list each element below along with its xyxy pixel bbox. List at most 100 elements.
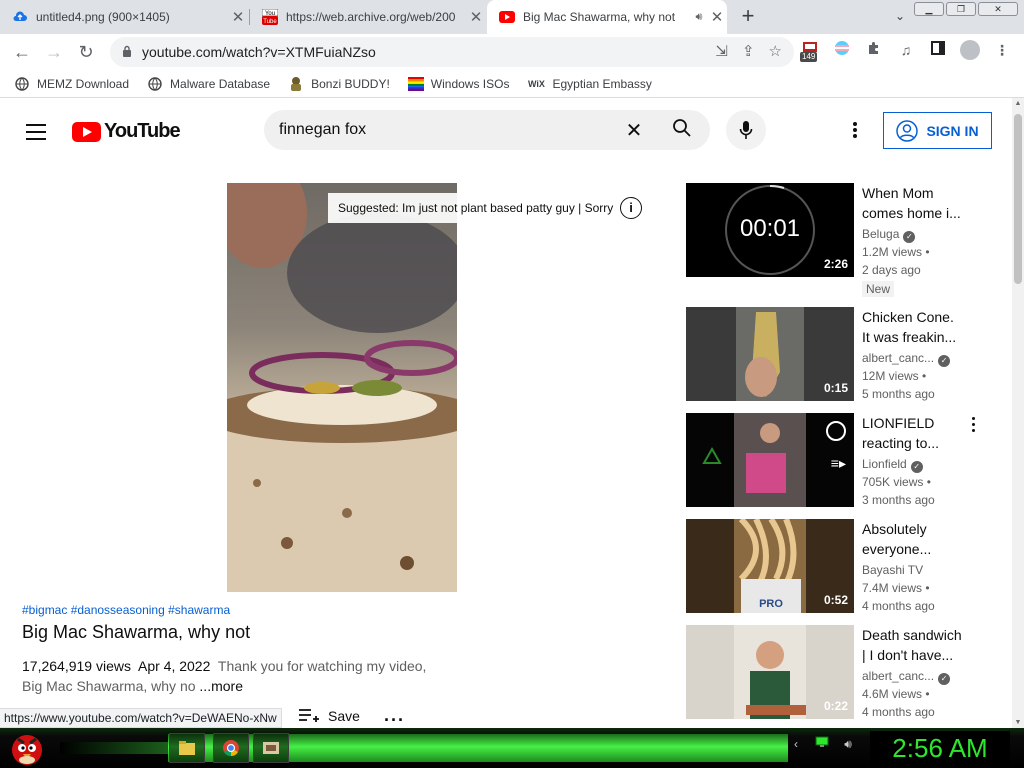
sign-in-button[interactable]: SIGN IN — [883, 112, 992, 149]
new-badge: New — [862, 281, 895, 297]
tray-chevron-icon[interactable]: ‹ — [788, 736, 804, 752]
new-tab-button[interactable]: + — [736, 5, 760, 29]
youtube-logo[interactable]: YouTube — [72, 120, 181, 143]
video-thumbnail[interactable]: 0:15 — [686, 307, 854, 401]
lock-icon[interactable] — [122, 45, 132, 60]
video-player[interactable] — [227, 183, 457, 592]
close-tab-icon[interactable]: ✕ — [228, 8, 248, 26]
channel-name[interactable]: Beluga — [862, 227, 899, 241]
puzzle-extensions-icon[interactable] — [864, 40, 884, 60]
extension-calendar-icon[interactable]: 149 — [800, 40, 820, 62]
taskbar-clock[interactable]: 2:56 AM — [870, 731, 1010, 765]
video-frame — [227, 183, 457, 592]
add-to-queue-icon[interactable]: ≡▸ — [831, 455, 846, 472]
channel-name[interactable]: Lionfield — [862, 457, 907, 471]
globe-icon — [147, 76, 163, 92]
video-title: Big Mac Shawarma, why not — [22, 622, 251, 642]
globe-icon — [14, 76, 30, 92]
bookmark-windows-isos[interactable]: Windows ISOs — [407, 76, 509, 92]
tab-big-mac-shawarma[interactable]: Big Mac Shawarma, why not 🔊︎ ✕ — [487, 0, 727, 34]
recommendation-item[interactable]: PRO 0:52 Absolutely everyone... Bayashi … — [686, 519, 986, 614]
forward-button[interactable]: → — [42, 40, 66, 64]
side-panel-icon[interactable] — [928, 40, 948, 60]
verified-check-icon: ✓ — [903, 231, 916, 243]
tab-untitled4[interactable]: untitled4.png (900×1405) ✕ — [0, 0, 248, 34]
bookmark-egyptian-embassy[interactable]: WiX Egyptian Embassy — [527, 76, 652, 92]
scroll-up-arrow-icon[interactable]: ▲ — [1014, 100, 1022, 107]
channel-name[interactable]: Bayashi TV — [862, 563, 923, 577]
search-input[interactable]: finnegan fox — [279, 121, 614, 139]
watch-later-icon[interactable] — [826, 421, 846, 441]
video-hashtags[interactable]: #bigmac #danosseasoning #shawarma — [22, 603, 230, 617]
back-button[interactable]: ← — [10, 40, 34, 64]
channel-name[interactable]: albert_canc... — [862, 351, 934, 365]
minimize-button[interactable]: ▁ — [914, 2, 944, 16]
bookmark-bonzi-buddy[interactable]: Bonzi BUDDY! — [288, 76, 390, 92]
view-count: 1.2M views • — [862, 245, 930, 259]
network-icon[interactable] — [814, 736, 830, 752]
browser-toolbar: ← → ↻ youtube.com/watch?v=XTMFuiaNZso ⇲ … — [0, 34, 1024, 70]
share-icon[interactable]: ⇪ — [742, 42, 755, 60]
voice-search-mic-icon[interactable] — [726, 110, 766, 150]
show-more-link[interactable]: ...more — [199, 678, 243, 694]
rec-title-line1: When Mom — [862, 185, 934, 201]
extensions-area: 149 ♫ ⋮ — [800, 40, 1012, 62]
clear-search-icon[interactable]: ✕ — [614, 118, 654, 143]
search-icon[interactable] — [654, 118, 710, 143]
video-thumbnail[interactable]: ≡▸ — [686, 413, 854, 507]
tab-title: https://web.archive.org/web/200 — [286, 10, 456, 24]
tab-strip: untitled4.png (900×1405) ✕ You Tube https… — [0, 0, 1024, 34]
scroll-down-arrow-icon[interactable]: ▼ — [1014, 719, 1022, 726]
recommendation-item[interactable]: 0:22 Death sandwich | I don't have... al… — [686, 625, 986, 720]
extension-badge: 149 — [800, 52, 818, 62]
tab-web-archive[interactable]: You Tube https://web.archive.org/web/200 … — [250, 0, 486, 34]
more-actions-icon[interactable]: ··· — [384, 710, 405, 728]
bookmark-memz[interactable]: MEMZ Download — [14, 76, 129, 92]
rec-action-menu-icon[interactable] — [972, 417, 975, 435]
close-tab-icon[interactable]: ✕ — [466, 8, 486, 26]
view-count: 705K views • — [862, 475, 931, 489]
volume-icon[interactable]: 🔊︎ — [840, 736, 856, 752]
recommendation-item[interactable]: ≡▸ LIONFIELD reacting to... Lionfield ✓ 7… — [686, 413, 986, 508]
rec-title-line2: It was freakin... — [862, 329, 957, 345]
bookmark-malware-database[interactable]: Malware Database — [147, 76, 270, 92]
verified-check-icon: ✓ — [938, 673, 951, 685]
video-description[interactable]: 17,264,919 views Apr 4, 2022 Thank you f… — [22, 656, 442, 696]
save-button[interactable]: Save — [298, 708, 360, 724]
url-text: youtube.com/watch?v=XTMFuiaNZso — [142, 44, 376, 60]
bookmark-star-icon[interactable]: ☆ — [769, 42, 782, 60]
info-icon[interactable]: i — [620, 197, 642, 219]
speaker-icon[interactable]: 🔊︎ — [691, 11, 707, 24]
recommendation-item[interactable]: 00:01 2:26 When Mom comes home i... Belu… — [686, 183, 986, 297]
search-box[interactable]: finnegan fox ✕ — [264, 110, 710, 150]
upload-date: Apr 4, 2022 — [137, 658, 211, 674]
extension-pride-icon[interactable] — [832, 40, 852, 60]
recommendation-item[interactable]: 0:15 Chicken Cone. It was freakin... alb… — [686, 307, 986, 402]
media-controls-icon[interactable]: ♫ — [896, 40, 916, 60]
chrome-icon[interactable] — [213, 733, 249, 763]
hamburger-menu-icon[interactable] — [26, 124, 46, 145]
install-app-icon[interactable]: ⇲ — [715, 42, 728, 60]
settings-menu-icon[interactable] — [850, 122, 860, 140]
page-scrollbar[interactable]: ▲ ▼ — [1012, 98, 1024, 728]
upload-age: 4 months ago — [862, 599, 935, 613]
channel-name[interactable]: albert_canc... — [862, 669, 934, 683]
video-thumbnail[interactable]: 00:01 2:26 — [686, 183, 854, 277]
suggested-video-card[interactable]: Suggested: Im just not plant based patty… — [328, 193, 648, 223]
reload-button[interactable]: ↻ — [74, 40, 98, 64]
chrome-menu-icon[interactable]: ⋮ — [992, 40, 1012, 60]
address-bar[interactable]: youtube.com/watch?v=XTMFuiaNZso ⇲ ⇪ ☆ — [110, 37, 794, 67]
tab-search-chevron-icon[interactable]: ⌄ — [895, 9, 905, 23]
file-explorer-icon[interactable] — [169, 733, 205, 763]
close-window-button[interactable]: ✕ — [978, 2, 1018, 16]
maximize-button[interactable]: ❐ — [946, 2, 976, 16]
start-button-angry-bird-icon[interactable] — [8, 729, 46, 767]
scrollbar-thumb[interactable] — [1014, 114, 1022, 284]
close-tab-icon[interactable]: ✕ — [707, 8, 727, 26]
rec-title-line1: Death sandwich — [862, 627, 962, 643]
video-thumbnail[interactable]: PRO 0:52 — [686, 519, 854, 613]
duration-badge: 2:26 — [823, 257, 848, 271]
video-thumbnail[interactable]: 0:22 — [686, 625, 854, 719]
profile-avatar-icon[interactable] — [960, 40, 980, 60]
app-window-icon[interactable] — [253, 733, 289, 763]
